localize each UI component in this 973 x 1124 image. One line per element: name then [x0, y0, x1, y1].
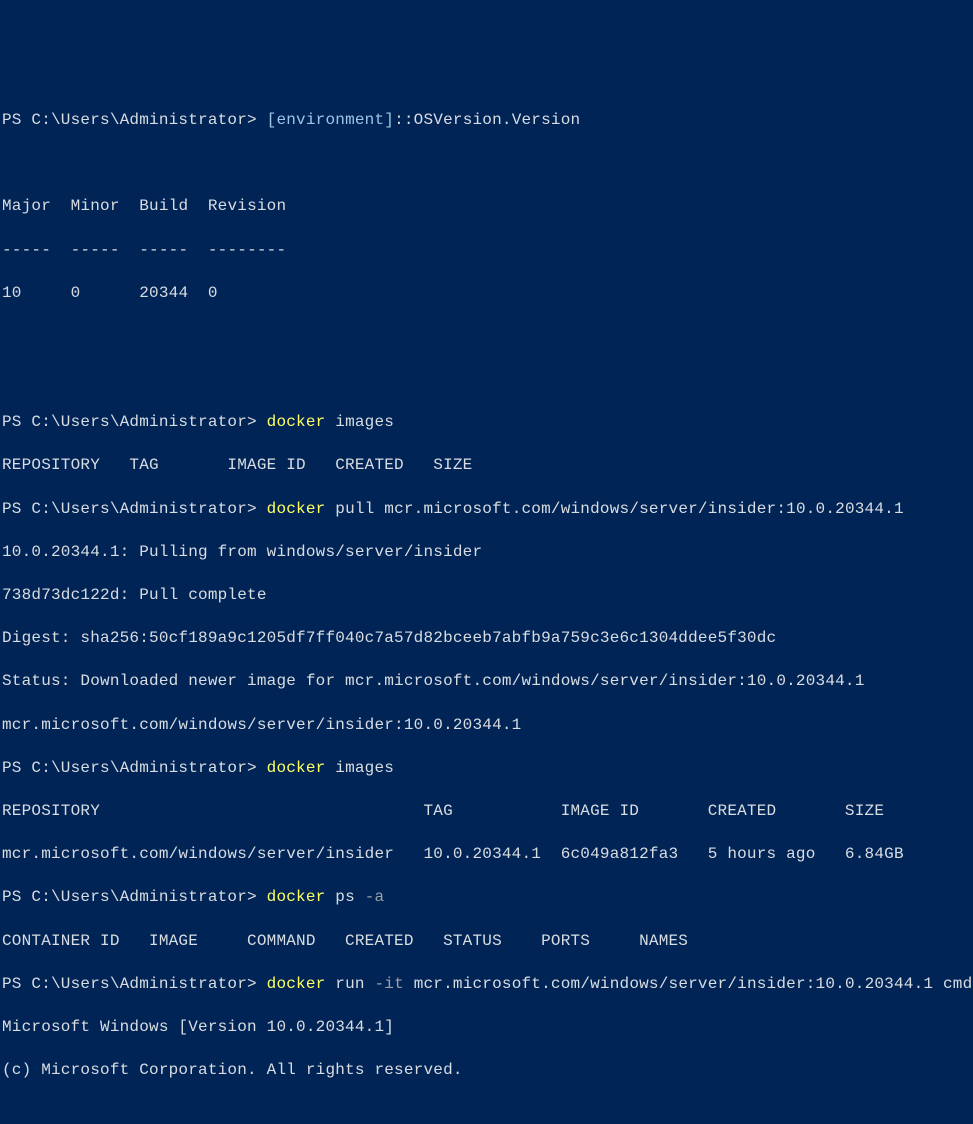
- prompt: PS C:\Users\Administrator>: [2, 975, 267, 993]
- blank-line: [2, 369, 971, 391]
- command-token: mcr.microsoft.com/windows/server/insider…: [404, 975, 973, 993]
- table-row: 10 0 20344 0: [2, 283, 971, 305]
- blank-line: [2, 153, 971, 175]
- command-token: ::OSVersion.Version: [394, 111, 580, 129]
- command-token-docker: docker: [267, 975, 326, 993]
- prompt: PS C:\Users\Administrator>: [2, 888, 267, 906]
- col-build: Build: [139, 197, 188, 215]
- val-minor: 0: [71, 284, 81, 302]
- command-token: ps: [325, 888, 364, 906]
- command-token-docker: docker: [267, 413, 326, 431]
- command-token-docker: docker: [267, 500, 326, 518]
- val-build: 20344: [139, 284, 188, 302]
- command-token: images: [325, 413, 394, 431]
- command-line-docker-run: PS C:\Users\Administrator> docker run -i…: [2, 974, 971, 996]
- prompt: PS C:\Users\Administrator>: [2, 500, 267, 518]
- command-flag: -it: [374, 975, 403, 993]
- output-line: Status: Downloaded newer image for mcr.m…: [2, 671, 971, 693]
- output-line: mcr.microsoft.com/windows/server/insider…: [2, 715, 971, 737]
- table-header-row: REPOSITORY TAG IMAGE ID CREATED SIZE: [2, 455, 971, 477]
- output-line: Digest: sha256:50cf189a9c1205df7ff040c7a…: [2, 628, 971, 650]
- command-line-docker-ps: PS C:\Users\Administrator> docker ps -a: [2, 887, 971, 909]
- output-line: Microsoft Windows [Version 10.0.20344.1]: [2, 1017, 971, 1039]
- command-token: pull mcr.microsoft.com/windows/server/in…: [325, 500, 903, 518]
- table-divider-row: ----- ----- ----- --------: [2, 240, 971, 262]
- prompt: PS C:\Users\Administrator>: [2, 111, 267, 129]
- table-header-row: Major Minor Build Revision: [2, 196, 971, 218]
- table-row: mcr.microsoft.com/windows/server/insider…: [2, 844, 971, 866]
- command-line-osversion: PS C:\Users\Administrator> [environment]…: [2, 110, 971, 132]
- col-major: Major: [2, 197, 51, 215]
- command-token-docker: docker: [267, 759, 326, 777]
- command-token: run: [325, 975, 374, 993]
- command-flag: -a: [365, 888, 385, 906]
- command-line-docker-images-1: PS C:\Users\Administrator> docker images: [2, 412, 971, 434]
- command-token: [environment]: [267, 111, 394, 129]
- output-line: (c) Microsoft Corporation. All rights re…: [2, 1060, 971, 1082]
- command-line-docker-images-2: PS C:\Users\Administrator> docker images: [2, 758, 971, 780]
- command-token: images: [325, 759, 394, 777]
- val-major: 10: [2, 284, 22, 302]
- blank-line: [2, 326, 971, 348]
- blank-line: [2, 1103, 971, 1124]
- output-line: 10.0.20344.1: Pulling from windows/serve…: [2, 542, 971, 564]
- prompt: PS C:\Users\Administrator>: [2, 759, 267, 777]
- table-header-row: REPOSITORY TAG IMAGE ID CREATED SIZE: [2, 801, 971, 823]
- table-header-row: CONTAINER ID IMAGE COMMAND CREATED STATU…: [2, 931, 971, 953]
- prompt: PS C:\Users\Administrator>: [2, 413, 267, 431]
- powershell-console[interactable]: PS C:\Users\Administrator> [environment]…: [2, 88, 971, 1124]
- output-line: 738d73dc122d: Pull complete: [2, 585, 971, 607]
- col-revision: Revision: [208, 197, 286, 215]
- val-revision: 0: [208, 284, 218, 302]
- col-minor: Minor: [71, 197, 120, 215]
- command-line-docker-pull: PS C:\Users\Administrator> docker pull m…: [2, 499, 971, 521]
- command-token-docker: docker: [267, 888, 326, 906]
